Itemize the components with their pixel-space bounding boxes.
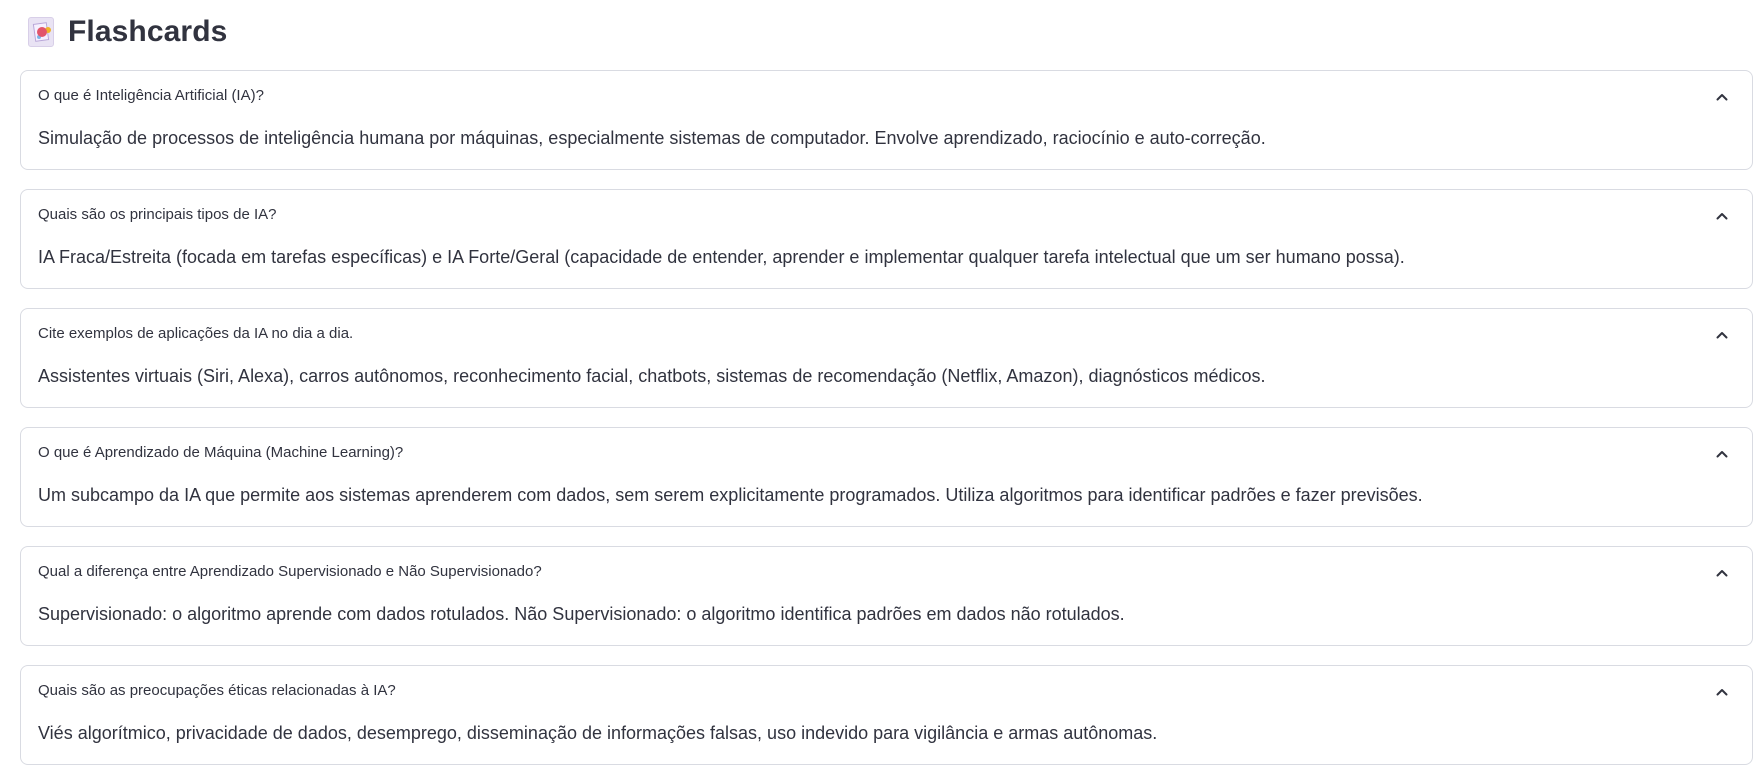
chevron-up-icon[interactable]	[1714, 208, 1730, 224]
flashcards-logo-icon	[28, 17, 54, 47]
flashcard-expander[interactable]: O que é Inteligência Artificial (IA)? Si…	[20, 70, 1753, 170]
flashcard-expander[interactable]: Qual a diferença entre Aprendizado Super…	[20, 546, 1753, 646]
flashcard-expander[interactable]: Quais são as preocupações éticas relacio…	[20, 665, 1753, 765]
flashcard-question[interactable]: Qual a diferença entre Aprendizado Super…	[38, 562, 542, 582]
flashcard-expander[interactable]: O que é Aprendizado de Máquina (Machine …	[20, 427, 1753, 527]
flashcard-answer: Um subcampo da IA que permite aos sistem…	[38, 485, 1423, 505]
flashcard-answer: Assistentes virtuais (Siri, Alexa), carr…	[38, 366, 1266, 386]
flashcard-answer: Supervisionado: o algoritmo aprende com …	[38, 604, 1125, 624]
flashcard-answer: Viés algorítmico, privacidade de dados, …	[38, 723, 1158, 743]
flashcard-question[interactable]: O que é Aprendizado de Máquina (Machine …	[38, 443, 403, 463]
flashcard-answer: IA Fraca/Estreita (focada em tarefas esp…	[38, 247, 1405, 267]
chevron-up-icon[interactable]	[1714, 327, 1730, 343]
flashcard-answer: Simulação de processos de inteligência h…	[38, 128, 1266, 148]
flashcard-list: O que é Inteligência Artificial (IA)? Si…	[20, 70, 1753, 784]
chevron-up-icon[interactable]	[1714, 565, 1730, 581]
flashcard-question[interactable]: Quais são as preocupações éticas relacio…	[38, 681, 396, 701]
flashcard-question[interactable]: Quais são os principais tipos de IA?	[38, 205, 276, 225]
flashcard-expander[interactable]: Quais são os principais tipos de IA? IA …	[20, 189, 1753, 289]
chevron-up-icon[interactable]	[1714, 446, 1730, 462]
flashcard-question[interactable]: Cite exemplos de aplicações da IA no dia…	[38, 324, 353, 344]
page-title: Flashcards	[68, 15, 228, 48]
chevron-up-icon[interactable]	[1714, 684, 1730, 700]
flashcard-expander[interactable]: Cite exemplos de aplicações da IA no dia…	[20, 308, 1753, 408]
page-header: Flashcards	[28, 12, 227, 52]
chevron-up-icon[interactable]	[1714, 89, 1730, 105]
flashcards-page: Flashcards O que é Inteligência Artifici…	[0, 0, 1764, 773]
flashcard-question[interactable]: O que é Inteligência Artificial (IA)?	[38, 86, 264, 106]
